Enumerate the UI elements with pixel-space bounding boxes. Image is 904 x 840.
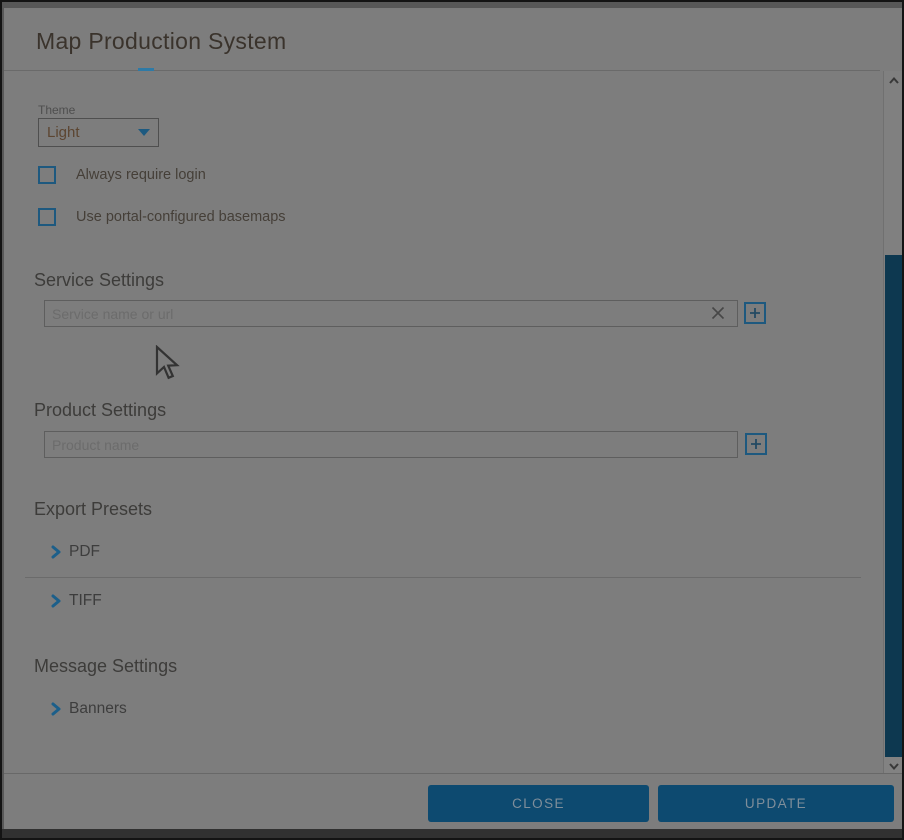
checkbox-always-require-login[interactable]	[38, 166, 56, 184]
plus-icon	[749, 307, 761, 319]
page-title: Map Production System	[36, 28, 286, 55]
chevron-down-icon	[889, 763, 899, 770]
message-banners[interactable]: Banners	[50, 700, 127, 718]
export-preset-pdf[interactable]: PDF	[50, 543, 100, 561]
scrollbar-thumb[interactable]	[885, 255, 903, 757]
theme-select[interactable]: Light	[38, 118, 159, 147]
section-heading-product-settings: Product Settings	[34, 400, 166, 421]
product-name-input[interactable]	[44, 431, 738, 458]
chevron-right-icon	[50, 702, 62, 716]
add-product-button[interactable]	[745, 433, 767, 455]
plus-icon	[750, 438, 762, 450]
page-background-strip	[2, 829, 902, 838]
clear-service-input-icon[interactable]	[711, 306, 725, 320]
scroll-up-button[interactable]	[884, 71, 903, 89]
checkbox-portal-basemaps-label: Use portal-configured basemaps	[76, 209, 286, 225]
caret-down-icon	[138, 129, 150, 136]
export-preset-tiff-label: TIFF	[69, 592, 102, 610]
theme-select-value: Light	[47, 124, 138, 141]
mouse-cursor	[154, 345, 180, 381]
theme-label: Theme	[38, 103, 75, 117]
scrolled-element-sliver	[138, 68, 154, 71]
message-banners-label: Banners	[69, 700, 127, 718]
screen: Map Production System Theme Light Always…	[0, 0, 904, 840]
scrollbar-track[interactable]	[883, 71, 902, 775]
dialog-footer: CLOSE UPDATE	[4, 773, 902, 829]
section-heading-message-settings: Message Settings	[34, 656, 177, 677]
export-preset-tiff[interactable]: TIFF	[50, 592, 102, 610]
chevron-right-icon	[50, 545, 62, 559]
section-heading-export-presets: Export Presets	[34, 499, 152, 520]
checkbox-always-require-login-label: Always require login	[76, 167, 206, 183]
update-button[interactable]: UPDATE	[658, 785, 894, 822]
map-production-system-dialog: Map Production System Theme Light Always…	[4, 8, 902, 829]
checkbox-portal-basemaps[interactable]	[38, 208, 56, 226]
header-divider	[4, 70, 880, 71]
export-preset-pdf-label: PDF	[69, 543, 100, 561]
add-service-button[interactable]	[744, 302, 766, 324]
row-divider	[25, 577, 861, 578]
service-name-input[interactable]	[44, 300, 738, 327]
close-button[interactable]: CLOSE	[428, 785, 649, 822]
section-heading-service-settings: Service Settings	[34, 270, 164, 291]
chevron-right-icon	[50, 594, 62, 608]
chevron-up-icon	[889, 77, 899, 84]
